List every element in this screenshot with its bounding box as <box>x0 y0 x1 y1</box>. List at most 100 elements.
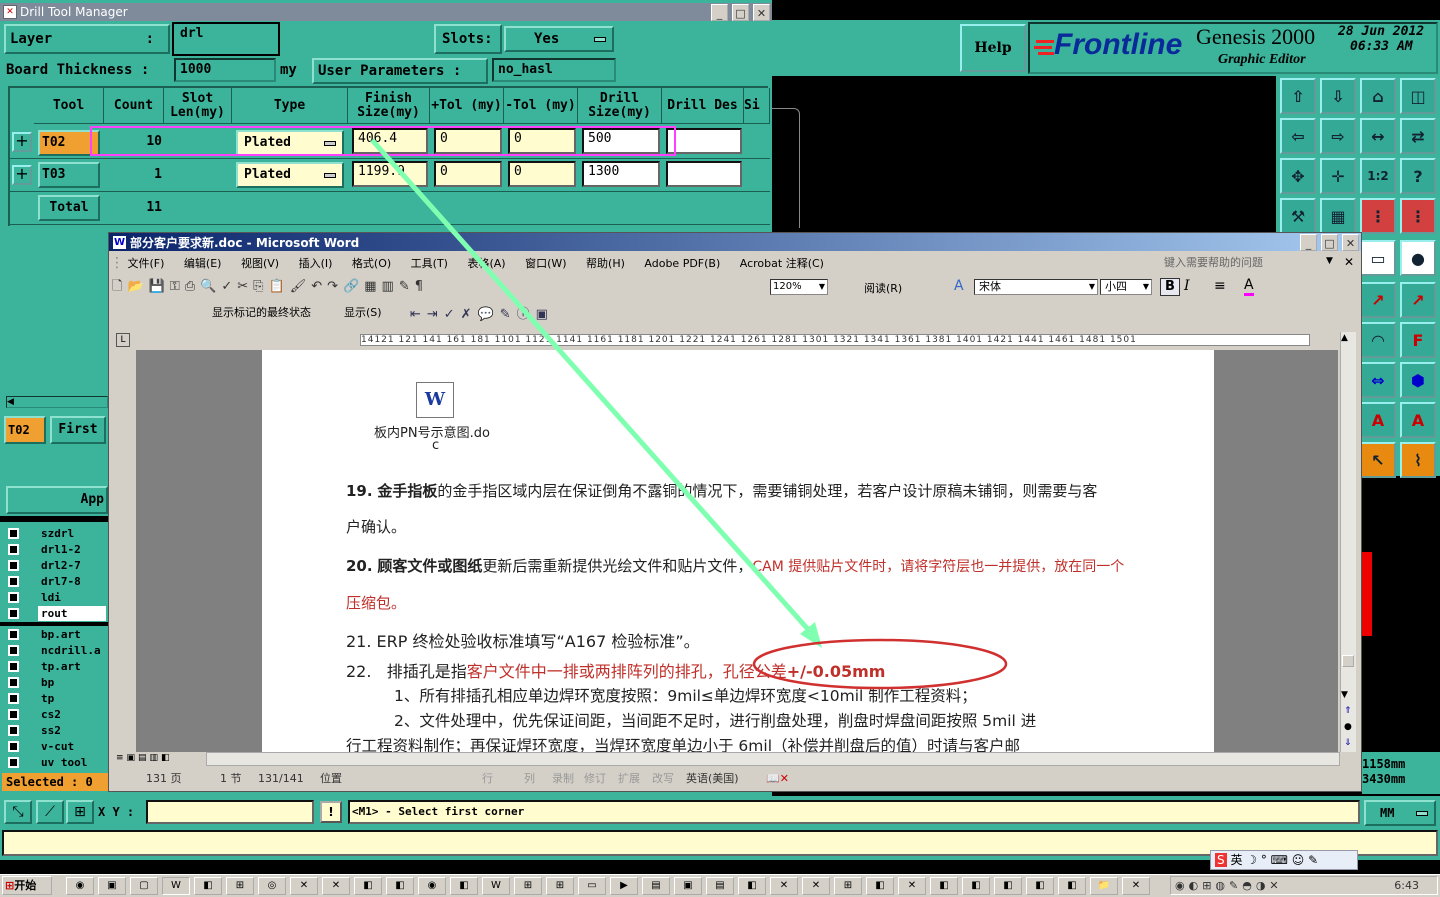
list-item[interactable]: cs2 <box>4 707 106 722</box>
menu-view[interactable]: 视图(V) <box>241 255 279 273</box>
plus-tol-field[interactable]: 0 <box>434 128 502 154</box>
checkbox-icon[interactable] <box>8 629 19 640</box>
select-pointer-icon[interactable]: ↖ <box>1360 442 1396 478</box>
save-icon[interactable]: 💾 <box>149 279 170 294</box>
taskbar-app[interactable]: ▣ <box>98 877 126 895</box>
font-color-icon[interactable]: A <box>1244 277 1254 296</box>
list-item[interactable]: tp.art <box>4 659 106 674</box>
align-icon[interactable]: ≡ <box>1214 278 1226 294</box>
measure-icon[interactable]: ⚒ <box>1280 198 1316 234</box>
snap-icon[interactable]: ⊞ <box>66 800 94 824</box>
taskbar-app[interactable]: 📁 <box>1090 877 1118 895</box>
list-item[interactable]: bp <box>4 675 106 690</box>
read-button[interactable]: 阅读(R) <box>864 280 902 296</box>
status-trk[interactable]: 修订 <box>584 768 606 790</box>
list-item[interactable]: ncdrill.a <box>4 643 106 658</box>
status-ovr[interactable]: 改写 <box>652 768 674 790</box>
style-icon[interactable]: A <box>954 278 964 294</box>
taskbar-app[interactable]: W <box>162 877 190 895</box>
scroll-up-icon[interactable]: ▲ <box>1341 333 1348 343</box>
cut-icon[interactable]: ✂ <box>237 279 253 294</box>
drawing-icon[interactable]: ✎ <box>399 279 415 294</box>
browse-prev-icon[interactable]: ⇑ <box>1344 706 1352 716</box>
embedded-word-icon[interactable]: W <box>416 382 454 418</box>
taskbar-app[interactable]: ⊞ <box>514 877 542 895</box>
taskbar-app[interactable]: ◧ <box>962 877 990 895</box>
taskbar-app[interactable]: ▭ <box>578 877 606 895</box>
list-item[interactable]: bp.art <box>4 627 106 642</box>
taskbar-app[interactable]: ▤ <box>706 877 734 895</box>
menu-format[interactable]: 格式(O) <box>352 255 391 273</box>
horizontal-ruler[interactable]: 14121 121 141 161 181 1101 1121 1141 116… <box>360 334 1310 346</box>
checkbox-icon[interactable] <box>8 677 19 688</box>
text-f-icon[interactable]: F <box>1400 322 1436 358</box>
list-item[interactable]: szdrl <box>4 526 106 541</box>
italic-button[interactable]: I <box>1184 278 1190 294</box>
close-icon[interactable]: ✕ <box>753 3 770 21</box>
taskbar-app[interactable]: W <box>482 877 510 895</box>
taskbar-app[interactable]: ▤ <box>642 877 670 895</box>
drill-des-field[interactable] <box>666 161 742 187</box>
print-icon[interactable]: ⎙ <box>185 279 200 294</box>
vertical-scrollbar[interactable] <box>1340 332 1356 752</box>
expand-button[interactable]: + <box>12 132 32 152</box>
scroll-down-icon[interactable]: ▼ <box>1341 690 1348 700</box>
taskbar-app[interactable]: ◧ <box>994 877 1022 895</box>
help-button[interactable]: Help <box>960 24 1026 72</box>
taskbar-app[interactable]: ◧ <box>1058 877 1086 895</box>
arc-icon[interactable]: ◠ <box>1360 322 1396 358</box>
drill-size-field[interactable]: 1300 <box>582 161 660 187</box>
start-button[interactable]: ⊞开始 <box>2 876 52 895</box>
pad-icon[interactable]: ● <box>1400 240 1436 276</box>
checkbox-icon[interactable] <box>8 544 19 555</box>
permission-icon[interactable]: ⚿ <box>170 279 185 294</box>
taskbar-app[interactable]: ◎ <box>258 877 286 895</box>
list-item[interactable]: tp <box>4 691 106 706</box>
list-item[interactable]: rout <box>4 606 106 621</box>
finish-size-field[interactable]: 406.4 <box>352 128 428 154</box>
checkbox-icon[interactable] <box>8 608 19 619</box>
checkbox-icon[interactable] <box>8 645 19 656</box>
minus-tol-field[interactable]: 0 <box>508 128 576 154</box>
zoom-out-icon[interactable]: ⇩ <box>1320 78 1356 114</box>
resize-icon[interactable]: ⇔ <box>1360 362 1396 398</box>
ruler-icon[interactable]: ▭ <box>1360 240 1396 276</box>
font-select[interactable]: 宋体 ▼ <box>974 279 1098 295</box>
scroll-thumb[interactable] <box>1342 655 1354 667</box>
expand-button[interactable]: + <box>12 165 32 185</box>
taskbar-app[interactable]: ◧ <box>354 877 382 895</box>
menu-window[interactable]: 窗口(W) <box>525 255 566 273</box>
maximize-icon[interactable]: □ <box>732 3 749 21</box>
status-rec[interactable]: 录制 <box>552 768 574 790</box>
checkbox-icon[interactable] <box>8 709 19 720</box>
checkbox-icon[interactable] <box>8 741 19 752</box>
taskbar-app[interactable]: ✕ <box>1122 877 1150 895</box>
size-select[interactable]: 小四 ▼ <box>1100 279 1152 295</box>
zoom-home-icon[interactable]: ⇧ <box>1280 78 1316 114</box>
drill-scrollbar[interactable]: ◀ <box>6 396 108 408</box>
format-painter-icon[interactable]: 🖌 <box>290 279 312 294</box>
taskbar-app[interactable]: ✕ <box>322 877 350 895</box>
list-item[interactable]: ss2 <box>4 723 106 738</box>
checkbox-icon[interactable] <box>8 693 19 704</box>
menu-help[interactable]: 帮助(H) <box>586 255 625 273</box>
list-item[interactable]: drl1-2 <box>4 542 106 557</box>
scale-1-2-icon[interactable]: 1:2 <box>1360 158 1396 194</box>
alert-icon[interactable]: ! <box>320 801 342 823</box>
minus-tol-field[interactable]: 0 <box>508 161 576 187</box>
drill-des-field[interactable] <box>666 128 742 154</box>
line-edit-icon[interactable]: ↗ <box>1400 282 1436 318</box>
finish-size-field[interactable]: 1199.9 <box>352 161 428 187</box>
horizontal-scrollbar[interactable] <box>206 752 1340 766</box>
taskbar-app[interactable]: ◧ <box>194 877 222 895</box>
xy-input[interactable] <box>146 800 314 824</box>
taskbar-app[interactable]: ⊞ <box>226 877 254 895</box>
menu-file[interactable]: 文件(F) <box>128 255 165 273</box>
net2-icon[interactable]: ⋮ <box>1400 198 1436 234</box>
minimize-icon[interactable]: _ <box>1300 233 1317 251</box>
menu-edit[interactable]: 编辑(E) <box>184 255 222 273</box>
map-icon[interactable]: ¶ <box>415 279 428 294</box>
paste-icon[interactable]: 📋 <box>269 279 290 294</box>
ime-toolbar[interactable]: S 英 ☽ ° ⌨ ☺ ✎ <box>1210 850 1358 870</box>
home-icon[interactable]: ⌂ <box>1360 78 1396 114</box>
